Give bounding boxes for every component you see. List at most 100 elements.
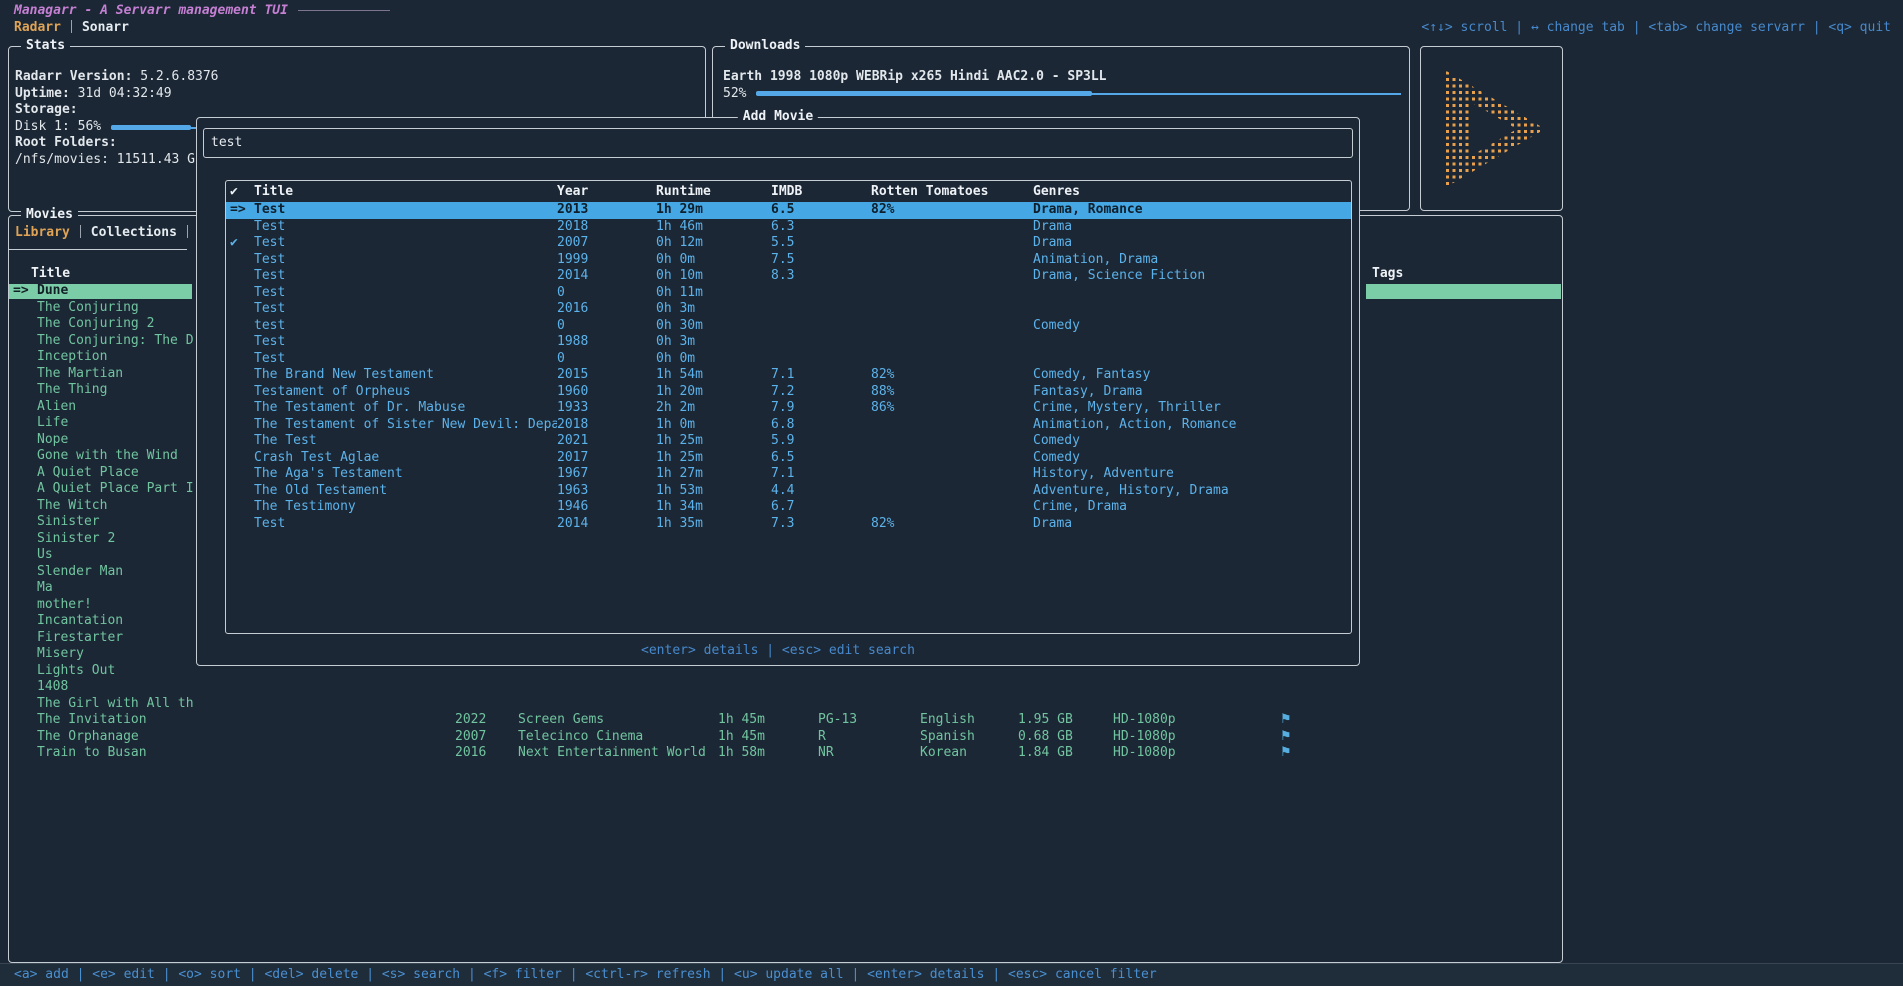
movie-title: The Girl with All the [37,696,194,713]
search-result-row[interactable]: Test 0 0h 0m [226,351,1351,368]
search-result-row[interactable]: The Testament of Sister New Devil: Depar… [226,417,1351,434]
movie-tags-cell [1366,696,1561,712]
search-result-row[interactable]: => Test 2013 1h 29m 6.5 82% Drama, Roman… [226,202,1351,219]
movie-tags-cell [1366,284,1561,300]
movie-title: Alien [37,399,194,416]
result-runtime: 1h 46m [656,219,771,236]
selection-or-check-cell: => [230,202,254,219]
selection-or-check-cell [230,318,254,335]
result-title: The Testimony [254,499,557,516]
result-year: 2018 [557,417,656,434]
selection-or-check-cell [230,499,254,516]
movie-tags-cell [1366,680,1561,696]
search-results-rows: => Test 2013 1h 29m 6.5 82% Drama, Roman… [226,202,1351,532]
downloads-panel-title: Downloads [725,38,805,53]
column-header-runtime: Runtime [656,184,771,200]
search-result-row[interactable]: Test 0 0h 11m [226,285,1351,302]
tab-collections[interactable]: Collections [91,225,177,240]
check-icon: ✔ [230,235,238,250]
result-rotten-tomatoes [871,318,1033,335]
search-result-row[interactable]: Test 2014 0h 10m 8.3 Drama, Science Fict… [226,268,1351,285]
result-runtime: 1h 20m [656,384,771,401]
search-result-row[interactable]: ✔ Test 2007 0h 12m 5.5 Drama [226,235,1351,252]
result-genres: History, Adventure [1033,466,1351,483]
search-result-row[interactable]: test 0 0h 30m Comedy [226,318,1351,335]
downloads-body: Earth 1998 1080p WEBRip x265 Hindi AAC2.… [713,47,1409,102]
result-title: The Aga's Testament [254,466,557,483]
result-genres: Drama, Science Fiction [1033,268,1351,285]
selection-or-check-cell [230,483,254,500]
result-genres: Drama, Romance [1033,202,1351,219]
search-result-row[interactable]: The Old Testament 1963 1h 53m 4.4 Advent… [226,483,1351,500]
movie-row[interactable]: 1408 [9,679,1562,696]
column-header-title: Title [31,266,70,282]
movie-tags-cell [1366,515,1561,531]
top-keybind-help: <↑↓> scroll | ↔ change tab | <tab> chang… [1421,19,1891,37]
movie-row[interactable]: Train to Busan 2016 Next Entertainment W… [9,745,1562,762]
search-result-row[interactable]: The Brand New Testament 2015 1h 54m 7.1 … [226,367,1351,384]
result-title: Test [254,351,557,368]
result-imdb [771,301,871,318]
search-result-row[interactable]: The Aga's Testament 1967 1h 27m 7.1 Hist… [226,466,1351,483]
movie-row[interactable]: The Orphanage 2007 Telecinco Cinema 1h 4… [9,729,1562,746]
result-runtime: 0h 0m [656,252,771,269]
result-rotten-tomatoes [871,268,1033,285]
result-rotten-tomatoes [871,301,1033,318]
result-genres: Drama [1033,235,1351,252]
search-result-row[interactable]: Test 1999 0h 0m 7.5 Animation, Drama [226,252,1351,269]
tab-underline [9,249,187,250]
search-result-row[interactable]: Test 2016 0h 3m [226,301,1351,318]
movie-search-input[interactable]: test [203,128,1353,158]
movie-language: English [920,712,975,729]
result-runtime: 0h 10m [656,268,771,285]
result-year: 2014 [557,516,656,533]
search-result-row[interactable]: Testament of Orpheus 1960 1h 20m 7.2 88%… [226,384,1351,401]
tab-radarr[interactable]: Radarr [14,20,61,35]
download-progress-bar [756,90,1401,97]
search-result-row[interactable]: The Test 2021 1h 25m 5.9 Comedy [226,433,1351,450]
result-year: 1933 [557,400,656,417]
search-result-row[interactable]: Test 1988 0h 3m [226,334,1351,351]
movie-certification: PG-13 [818,712,857,729]
modal-keybind-help: <enter> details | <esc> edit search [197,643,1359,658]
search-result-row[interactable]: Crash Test Aglae 2017 1h 25m 6.5 Comedy [226,450,1351,467]
search-result-row[interactable]: Test 2018 1h 46m 6.3 Drama [226,219,1351,236]
tab-sonarr[interactable]: Sonarr [82,20,129,35]
tab-library[interactable]: Library [15,225,70,240]
result-title: Test [254,252,557,269]
result-imdb: 4.4 [771,483,871,500]
result-year: 1960 [557,384,656,401]
movie-tags-cell [1366,647,1561,663]
result-year: 0 [557,285,656,302]
movie-tags-cell [1366,482,1561,498]
result-runtime: 1h 53m [656,483,771,500]
search-result-row[interactable]: The Testament of Dr. Mabuse 1933 2h 2m 7… [226,400,1351,417]
result-genres: Animation, Drama [1033,252,1351,269]
result-year: 1988 [557,334,656,351]
movie-row[interactable]: The Invitation 2022 Screen Gems 1h 45m P… [9,712,1562,729]
result-title: Test [254,268,557,285]
result-genres [1033,285,1351,302]
result-imdb [771,351,871,368]
result-runtime: 0h 11m [656,285,771,302]
result-genres: Animation, Action, Romance [1033,417,1351,434]
movie-title: The Conjuring 2 [37,316,194,333]
result-genres: Crime, Mystery, Thriller [1033,400,1351,417]
movie-row[interactable]: The Girl with All the [9,696,1562,713]
movie-tags-cell [1366,350,1561,366]
result-rotten-tomatoes [871,334,1033,351]
search-result-row[interactable]: The Testimony 1946 1h 34m 6.7 Crime, Dra… [226,499,1351,516]
result-title: Test [254,516,557,533]
result-rotten-tomatoes [871,483,1033,500]
logo-panel [1420,46,1563,211]
column-header-title: Title [254,184,557,200]
result-title: The Old Testament [254,483,557,500]
result-rotten-tomatoes [871,417,1033,434]
movie-size: 1.95 GB [1018,712,1073,729]
movie-title: The Conjuring: The De [37,333,194,350]
result-runtime: 1h 35m [656,516,771,533]
search-result-row[interactable]: Test 2014 1h 35m 7.3 82% Drama [226,516,1351,533]
result-title: Test [254,334,557,351]
tab-separator [71,20,72,33]
result-runtime: 1h 25m [656,433,771,450]
